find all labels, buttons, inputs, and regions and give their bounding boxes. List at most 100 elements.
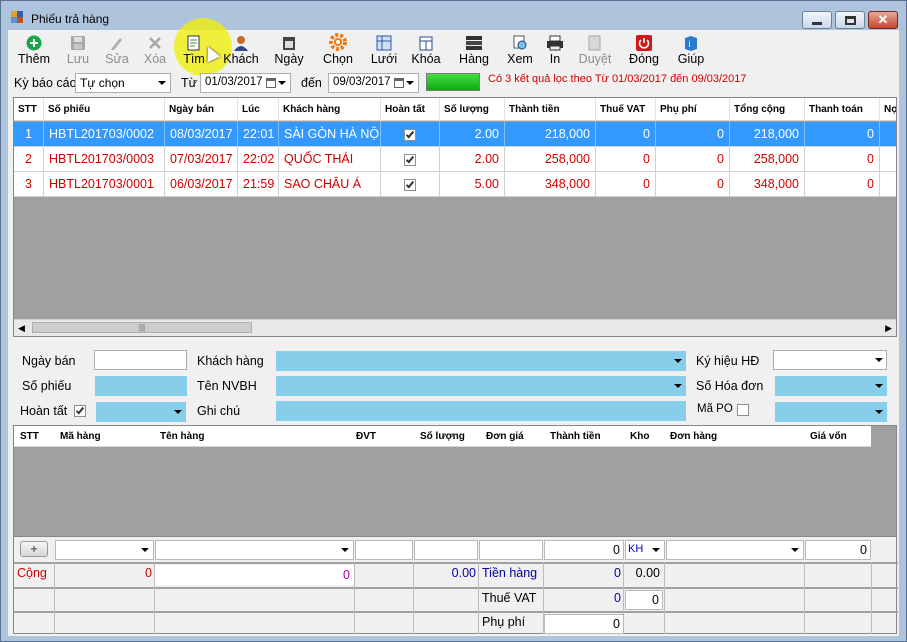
detail-col-header[interactable]: Đơn giá bbox=[480, 426, 544, 447]
footer-col-line bbox=[804, 562, 805, 634]
grid-col-header[interactable]: STT bbox=[14, 98, 44, 121]
ma-po-checkbox[interactable] bbox=[737, 402, 749, 416]
cong-ma-hang: 0 bbox=[145, 566, 152, 580]
thue-vat-label: Thuế VAT bbox=[482, 591, 537, 605]
so-phieu-input[interactable] bbox=[95, 376, 187, 396]
cell-hoan-tat[interactable] bbox=[381, 172, 440, 196]
grid-col-header[interactable]: Nợ bbox=[880, 98, 896, 121]
detail-col-header[interactable]: Đơn hàng bbox=[664, 426, 804, 447]
entry-thanh-tien-input[interactable]: 0 bbox=[544, 540, 624, 560]
scroll-right-icon[interactable]: ▶ bbox=[885, 323, 892, 334]
grid-col-header[interactable]: Số lượng bbox=[440, 98, 505, 121]
cell-stt: 3 bbox=[14, 172, 44, 196]
grid-col-header[interactable]: Lúc bbox=[238, 98, 279, 121]
grid-col-header[interactable]: Phụ phí bbox=[656, 98, 730, 121]
add-button[interactable]: Thêm bbox=[18, 32, 50, 68]
grid-header: STT Số phiếu Ngày bán Lúc Khách hàng Hoàn tất… bbox=[14, 98, 896, 121]
footer-col-line bbox=[871, 562, 872, 634]
cell-hoan-tat[interactable] bbox=[381, 147, 440, 171]
close-button[interactable]: Đóng bbox=[626, 32, 662, 68]
pencil-icon bbox=[109, 32, 125, 51]
grid-col-header[interactable]: Thanh toán bbox=[805, 98, 880, 121]
chevron-down-icon bbox=[674, 359, 682, 363]
grid-col-header[interactable]: Hoàn tất bbox=[381, 98, 440, 121]
ky-hieu-hd-select[interactable] bbox=[773, 350, 887, 370]
view-button[interactable]: Xem bbox=[504, 32, 536, 68]
entry-dvt-input[interactable] bbox=[355, 540, 413, 560]
table-row[interactable]: 2 HBTL201703/0003 07/03/2017 22:02 QUỐC THÁI… bbox=[14, 147, 896, 172]
period-select[interactable]: Tự chọn bbox=[75, 73, 171, 93]
khach-hang-select[interactable] bbox=[276, 351, 686, 371]
to-date-picker[interactable]: 09/03/2017 bbox=[328, 73, 419, 93]
ten-nvbh-select[interactable] bbox=[276, 376, 686, 396]
minimize-button[interactable] bbox=[802, 11, 832, 29]
so-hoa-don-select[interactable] bbox=[775, 376, 887, 396]
close-icon: ✕ bbox=[877, 12, 889, 27]
chevron-down-icon bbox=[141, 548, 149, 552]
grid-col-header[interactable]: Ngày bán bbox=[165, 98, 238, 121]
detail-col-header[interactable]: Giá vốn bbox=[804, 426, 871, 447]
entry-ma-hang-select[interactable] bbox=[55, 540, 154, 560]
customer-button[interactable]: Khách bbox=[222, 32, 260, 68]
phu-phi-input[interactable]: 0 bbox=[544, 614, 624, 634]
period-value: Tự chọn bbox=[80, 76, 125, 90]
table-row[interactable]: 3 HBTL201703/0001 06/03/2017 21:59 SAO CHÂU … bbox=[14, 172, 896, 197]
cell-hoan-tat[interactable] bbox=[381, 122, 440, 146]
scrollbar-thumb[interactable]: ||| bbox=[32, 322, 252, 333]
horizontal-scrollbar[interactable]: ◀ ||| ▶ bbox=[14, 319, 896, 336]
entry-gia-von-input[interactable]: 0 bbox=[805, 540, 871, 560]
cell-thanh-toan: 0 bbox=[805, 172, 880, 196]
grid-col-header[interactable]: Tổng cộng bbox=[730, 98, 805, 121]
grid-col-header[interactable]: Thành tiền bbox=[505, 98, 596, 121]
cell-stt: 1 bbox=[14, 122, 44, 146]
grid-col-header[interactable]: Khách hàng bbox=[279, 98, 381, 121]
grid-col-header[interactable]: Số phiếu bbox=[44, 98, 165, 121]
scroll-left-icon[interactable]: ◀ bbox=[18, 323, 25, 334]
print-button[interactable]: In bbox=[546, 32, 564, 68]
ngay-ban-input[interactable] bbox=[94, 350, 187, 370]
edit-button-label: Sửa bbox=[105, 52, 129, 66]
table-row[interactable]: 1 HBTL201703/0002 08/03/2017 22:01 SÀI GÒN H… bbox=[14, 122, 896, 147]
cell-thue-vat: 0 bbox=[596, 122, 656, 146]
date-button[interactable]: Ngày bbox=[272, 32, 306, 68]
hoan-tat-checkbox[interactable] bbox=[74, 403, 86, 417]
delete-button-label: Xóa bbox=[143, 52, 167, 66]
print-button-label: In bbox=[549, 52, 561, 66]
approve-document-icon bbox=[587, 32, 603, 51]
ngay-ban-label: Ngày bán bbox=[22, 354, 76, 368]
detail-col-header[interactable]: Tên hàng bbox=[154, 426, 350, 447]
add-row-button[interactable]: + bbox=[20, 541, 48, 557]
entry-don-gia-input[interactable] bbox=[479, 540, 543, 560]
cell-thanh-toan: 0 bbox=[805, 147, 880, 171]
grid-col-header[interactable]: Thuế VAT bbox=[596, 98, 656, 121]
help-button[interactable]: i Giúp bbox=[675, 32, 707, 68]
detail-col-header[interactable]: Thành tiền bbox=[544, 426, 624, 447]
from-date-picker[interactable]: 01/03/2017 bbox=[200, 73, 291, 93]
goods-button[interactable]: Hàng bbox=[456, 32, 492, 68]
detail-col-header[interactable]: Số lượng bbox=[414, 426, 480, 447]
entry-kho-select[interactable]: KH bbox=[625, 540, 665, 560]
maximize-button[interactable] bbox=[835, 11, 865, 29]
detail-col-header[interactable]: Mã hàng bbox=[54, 426, 154, 447]
close-window-button[interactable]: ✕ bbox=[868, 11, 898, 29]
ghi-chu-input[interactable] bbox=[276, 401, 686, 421]
window-title: Phiếu trả hàng bbox=[31, 12, 110, 26]
grid-button[interactable]: Lưới bbox=[368, 32, 400, 68]
lock-button[interactable]: Khóa bbox=[410, 32, 442, 68]
from-label: Từ bbox=[181, 76, 198, 90]
floppy-disk-icon bbox=[70, 32, 86, 51]
thue-vat-kho-input[interactable]: 0 bbox=[625, 590, 663, 610]
detail-col-header[interactable]: ĐVT bbox=[350, 426, 414, 447]
progress-bar bbox=[426, 73, 480, 91]
hoan-tat-check-icon bbox=[404, 178, 416, 191]
entry-so-luong-input[interactable] bbox=[414, 540, 478, 560]
choose-button[interactable]: Chọn bbox=[320, 32, 356, 68]
svg-text:i: i bbox=[689, 39, 691, 49]
detail-col-header[interactable]: Kho bbox=[624, 426, 664, 447]
hoan-tat-select[interactable] bbox=[96, 402, 186, 422]
gear-icon bbox=[329, 32, 347, 51]
ma-po-select[interactable] bbox=[775, 402, 887, 422]
detail-col-header[interactable]: STT bbox=[14, 426, 54, 447]
entry-don-hang-select[interactable] bbox=[666, 540, 804, 560]
entry-ten-hang-select[interactable] bbox=[155, 540, 354, 560]
